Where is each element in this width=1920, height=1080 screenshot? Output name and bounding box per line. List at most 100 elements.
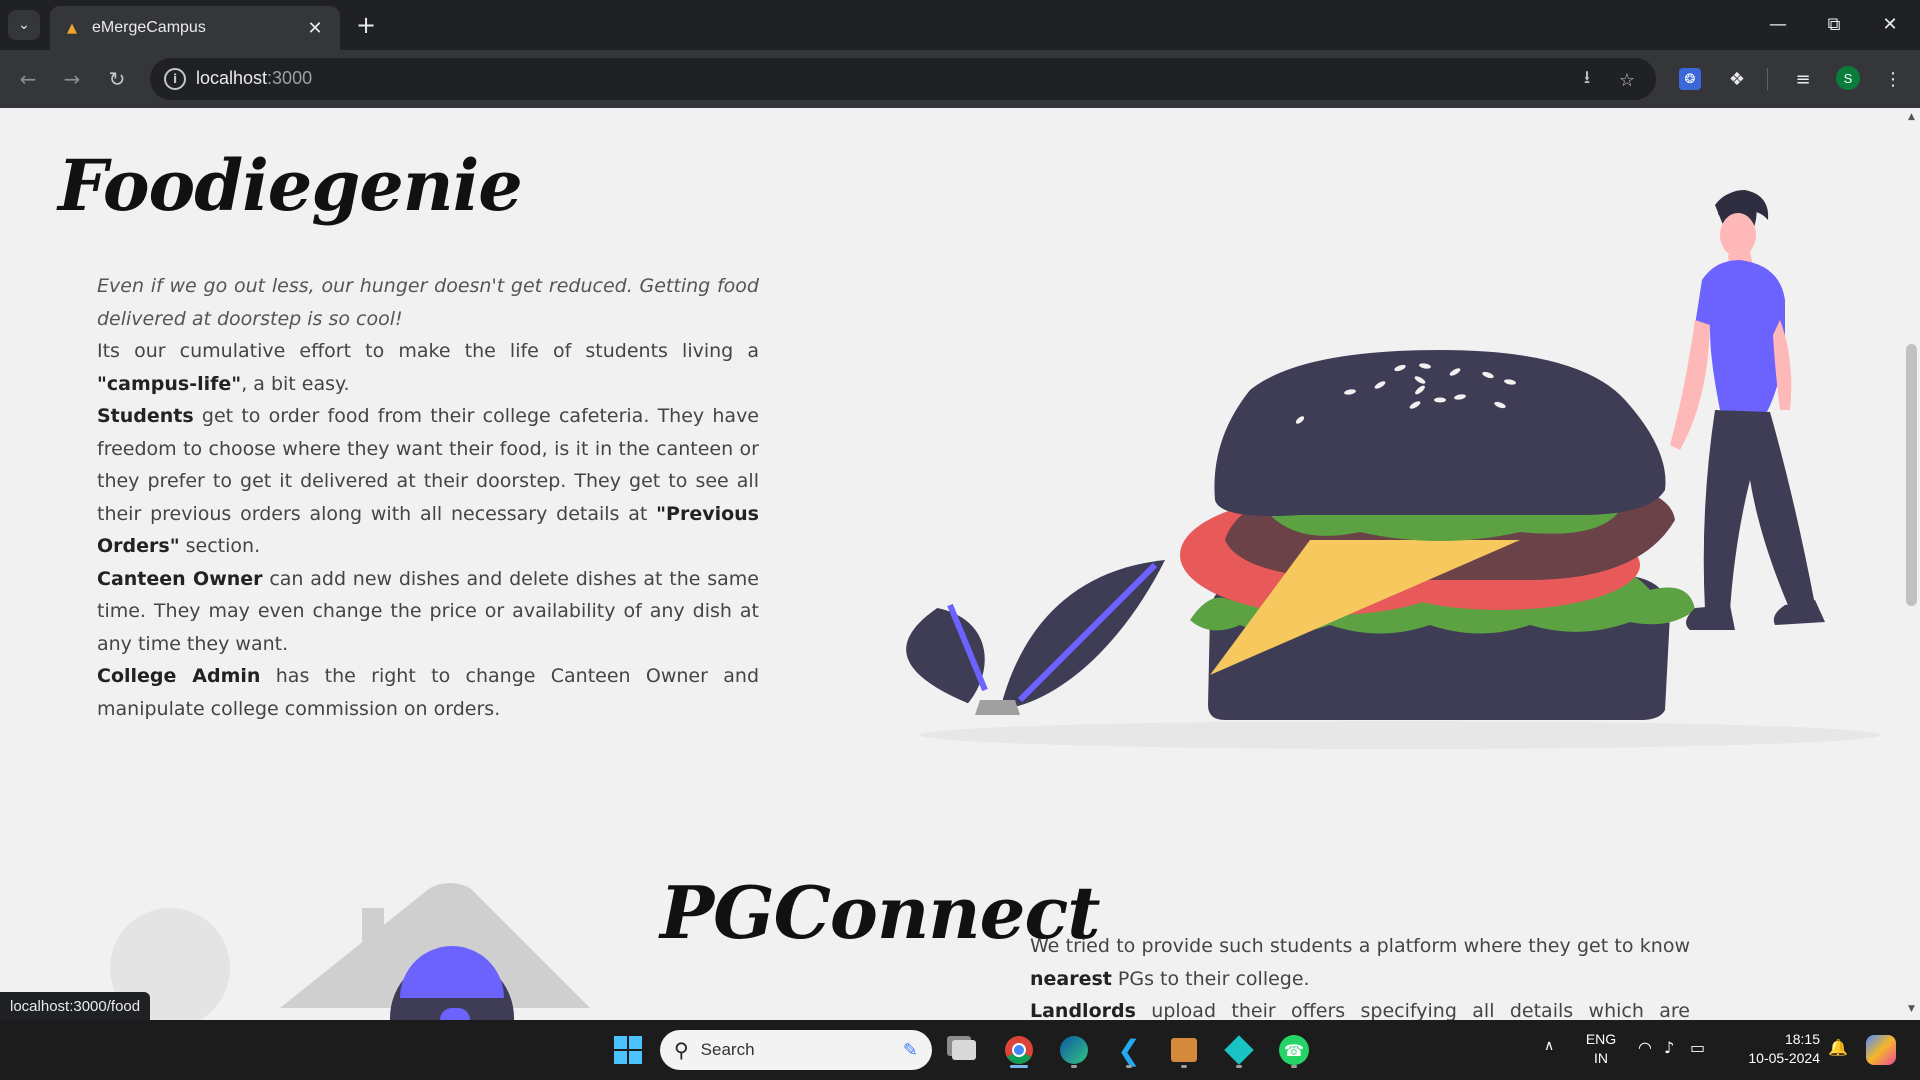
- scroll-up-arrow-icon[interactable]: ▲: [1906, 112, 1917, 124]
- minimize-window-button[interactable]: —: [1758, 8, 1798, 40]
- clock-time: 18:15: [1784, 1031, 1820, 1047]
- house-chimney: [362, 908, 384, 963]
- clock-date: 10-05-2024: [1748, 1050, 1820, 1066]
- foodiegenie-intro: Its our cumulative effort to make the li…: [97, 335, 759, 400]
- task-view-icon: [952, 1040, 976, 1060]
- foodiegenie-quote: Even if we go out less, our hunger doesn…: [97, 275, 759, 330]
- copilot-icon[interactable]: [1866, 1035, 1896, 1065]
- page-scrollbar[interactable]: ▲ ▼: [1903, 108, 1920, 1020]
- browser-tab-bar: ⌄ ▲ eMergeCampus ✕ + — ⧉ ✕: [0, 0, 1920, 50]
- media-control-icon[interactable]: ≡: [1788, 64, 1818, 94]
- language-indicator[interactable]: ENG IN: [1580, 1030, 1622, 1068]
- url-port: :3000: [267, 68, 313, 88]
- battery-icon[interactable]: ▭: [1690, 1038, 1705, 1057]
- search-icon: ⚲: [674, 1038, 689, 1062]
- show-hidden-icons-chevron-icon[interactable]: ∧: [1544, 1038, 1554, 1054]
- back-button[interactable]: ←: [12, 63, 44, 95]
- page-viewport: Foodiegenie Even if we go out less, our …: [0, 108, 1920, 1020]
- foodiegenie-description: Even if we go out less, our hunger doesn…: [97, 270, 759, 725]
- new-tab-button[interactable]: +: [352, 10, 380, 40]
- active-indicator: [1010, 1065, 1028, 1068]
- browser-menu-icon[interactable]: ⋮: [1878, 64, 1908, 94]
- students-suffix: section.: [179, 535, 261, 557]
- running-indicator: [1236, 1065, 1242, 1068]
- extension-blue-icon[interactable]: ❂: [1679, 68, 1701, 90]
- volume-icon[interactable]: ♪: [1664, 1038, 1674, 1057]
- tab-title: eMergeCampus: [92, 19, 206, 36]
- whatsapp-taskbar-button[interactable]: ☎: [1274, 1030, 1314, 1070]
- reload-button[interactable]: ↻: [101, 63, 133, 95]
- restore-window-button[interactable]: ⧉: [1814, 8, 1854, 40]
- task-view-button[interactable]: [944, 1030, 984, 1070]
- url-host: localhost: [196, 68, 268, 88]
- pgconnect-description: We tried to provide such students a plat…: [1030, 930, 1690, 1020]
- search-highlight-icon: ✎: [902, 1039, 918, 1061]
- edge-taskbar-button[interactable]: [1054, 1030, 1094, 1070]
- running-indicator: [1126, 1065, 1132, 1068]
- close-window-button[interactable]: ✕: [1870, 8, 1910, 40]
- address-bar[interactable]: i localhost:3000 ⭳ ☆: [150, 58, 1656, 100]
- chrome-taskbar-button[interactable]: [999, 1030, 1039, 1070]
- region-code: IN: [1594, 1050, 1608, 1066]
- forward-button[interactable]: →: [56, 63, 88, 95]
- flame-favicon-icon: ▲: [67, 20, 77, 36]
- intro-text: Its our cumulative effort to make the li…: [97, 340, 759, 362]
- running-indicator: [1181, 1065, 1187, 1068]
- cube-icon: [1224, 1035, 1254, 1065]
- canteen-owner-bold: Canteen Owner: [97, 567, 263, 590]
- scrollbar-thumb[interactable]: [1906, 344, 1917, 606]
- vscode-icon: ❮: [1117, 1033, 1141, 1067]
- whatsapp-icon: ☎: [1279, 1035, 1309, 1065]
- chrome-icon: [1005, 1036, 1033, 1064]
- running-indicator: [1071, 1065, 1077, 1068]
- profile-avatar[interactable]: S: [1836, 66, 1860, 90]
- windows-taskbar: ⚲ Search ✎ ❮ ☎ ∧ ENG IN ◠ ♪ ▭ 18:15 10-0…: [0, 1020, 1920, 1080]
- vscode-taskbar-button[interactable]: ❮: [1109, 1030, 1149, 1070]
- pg-intro-suffix: PGs to their college.: [1111, 967, 1310, 990]
- windows-logo-icon: [614, 1036, 642, 1064]
- pgconnect-landlords: Landlords upload their offers specifying…: [1030, 995, 1690, 1020]
- plant-illustration: [906, 560, 1165, 715]
- language-code: ENG: [1585, 1031, 1617, 1047]
- extensions-puzzle-icon[interactable]: ❖: [1722, 64, 1752, 94]
- pg-intro-text: We tried to provide such students a plat…: [1030, 935, 1690, 957]
- close-tab-icon[interactable]: ✕: [304, 18, 326, 39]
- cube-app-taskbar-button[interactable]: [1219, 1030, 1259, 1070]
- link-status-bubble: localhost:3000/food: [0, 992, 151, 1020]
- address-url[interactable]: localhost:3000: [196, 68, 312, 89]
- students-bold: Students: [97, 405, 194, 427]
- top-bun: [1214, 350, 1666, 516]
- wifi-icon[interactable]: ◠: [1638, 1038, 1652, 1057]
- taskbar-search-label: Search: [700, 1040, 755, 1059]
- notification-bell-icon[interactable]: 🔔: [1828, 1038, 1848, 1057]
- start-button[interactable]: [608, 1030, 648, 1070]
- scroll-down-arrow-icon[interactable]: ▼: [1906, 1004, 1917, 1016]
- site-info-icon[interactable]: i: [164, 68, 186, 90]
- foodiegenie-canteen-owner: Canteen Owner can add new dishes and del…: [97, 563, 759, 661]
- house-illustration: [110, 883, 590, 1020]
- browser-toolbar: ← → ↻ i localhost:3000 ⭳ ☆ ❂ ❖ ≡ ⋮: [0, 50, 1920, 108]
- intro-bold: "campus-life": [97, 372, 242, 395]
- pgconnect-intro: We tried to provide such students a plat…: [1030, 930, 1690, 995]
- landlords-bold: Landlords: [1030, 1000, 1136, 1020]
- foodiegenie-students: Students get to order food from their co…: [97, 400, 759, 563]
- edge-icon: [1060, 1036, 1088, 1064]
- install-app-icon[interactable]: ⭳: [1574, 67, 1600, 93]
- toolbar-divider: [1767, 68, 1768, 90]
- burger-illustration: [906, 190, 1880, 749]
- intro-suffix: , a bit easy.: [241, 372, 350, 395]
- person-illustration: [1670, 190, 1825, 630]
- pg-nearest-bold: nearest: [1030, 967, 1112, 990]
- foodiegenie-heading: Foodiegenie: [58, 144, 523, 227]
- taskbar-search-box[interactable]: ⚲ Search ✎: [660, 1030, 932, 1070]
- chevron-down-icon: ⌄: [18, 17, 30, 33]
- tab-search-button[interactable]: ⌄: [8, 10, 40, 40]
- package-app-taskbar-button[interactable]: [1164, 1030, 1204, 1070]
- browser-tab-active[interactable]: ▲ eMergeCampus ✕: [50, 6, 340, 50]
- clock[interactable]: 18:15 10-05-2024: [1730, 1030, 1820, 1068]
- foodiegenie-college-admin: College Admin has the right to change Ca…: [97, 660, 759, 725]
- running-indicator: [1291, 1065, 1297, 1068]
- bookmark-star-icon[interactable]: ☆: [1614, 67, 1640, 93]
- package-box-icon: [1171, 1038, 1197, 1062]
- ground-shadow: [920, 721, 1880, 749]
